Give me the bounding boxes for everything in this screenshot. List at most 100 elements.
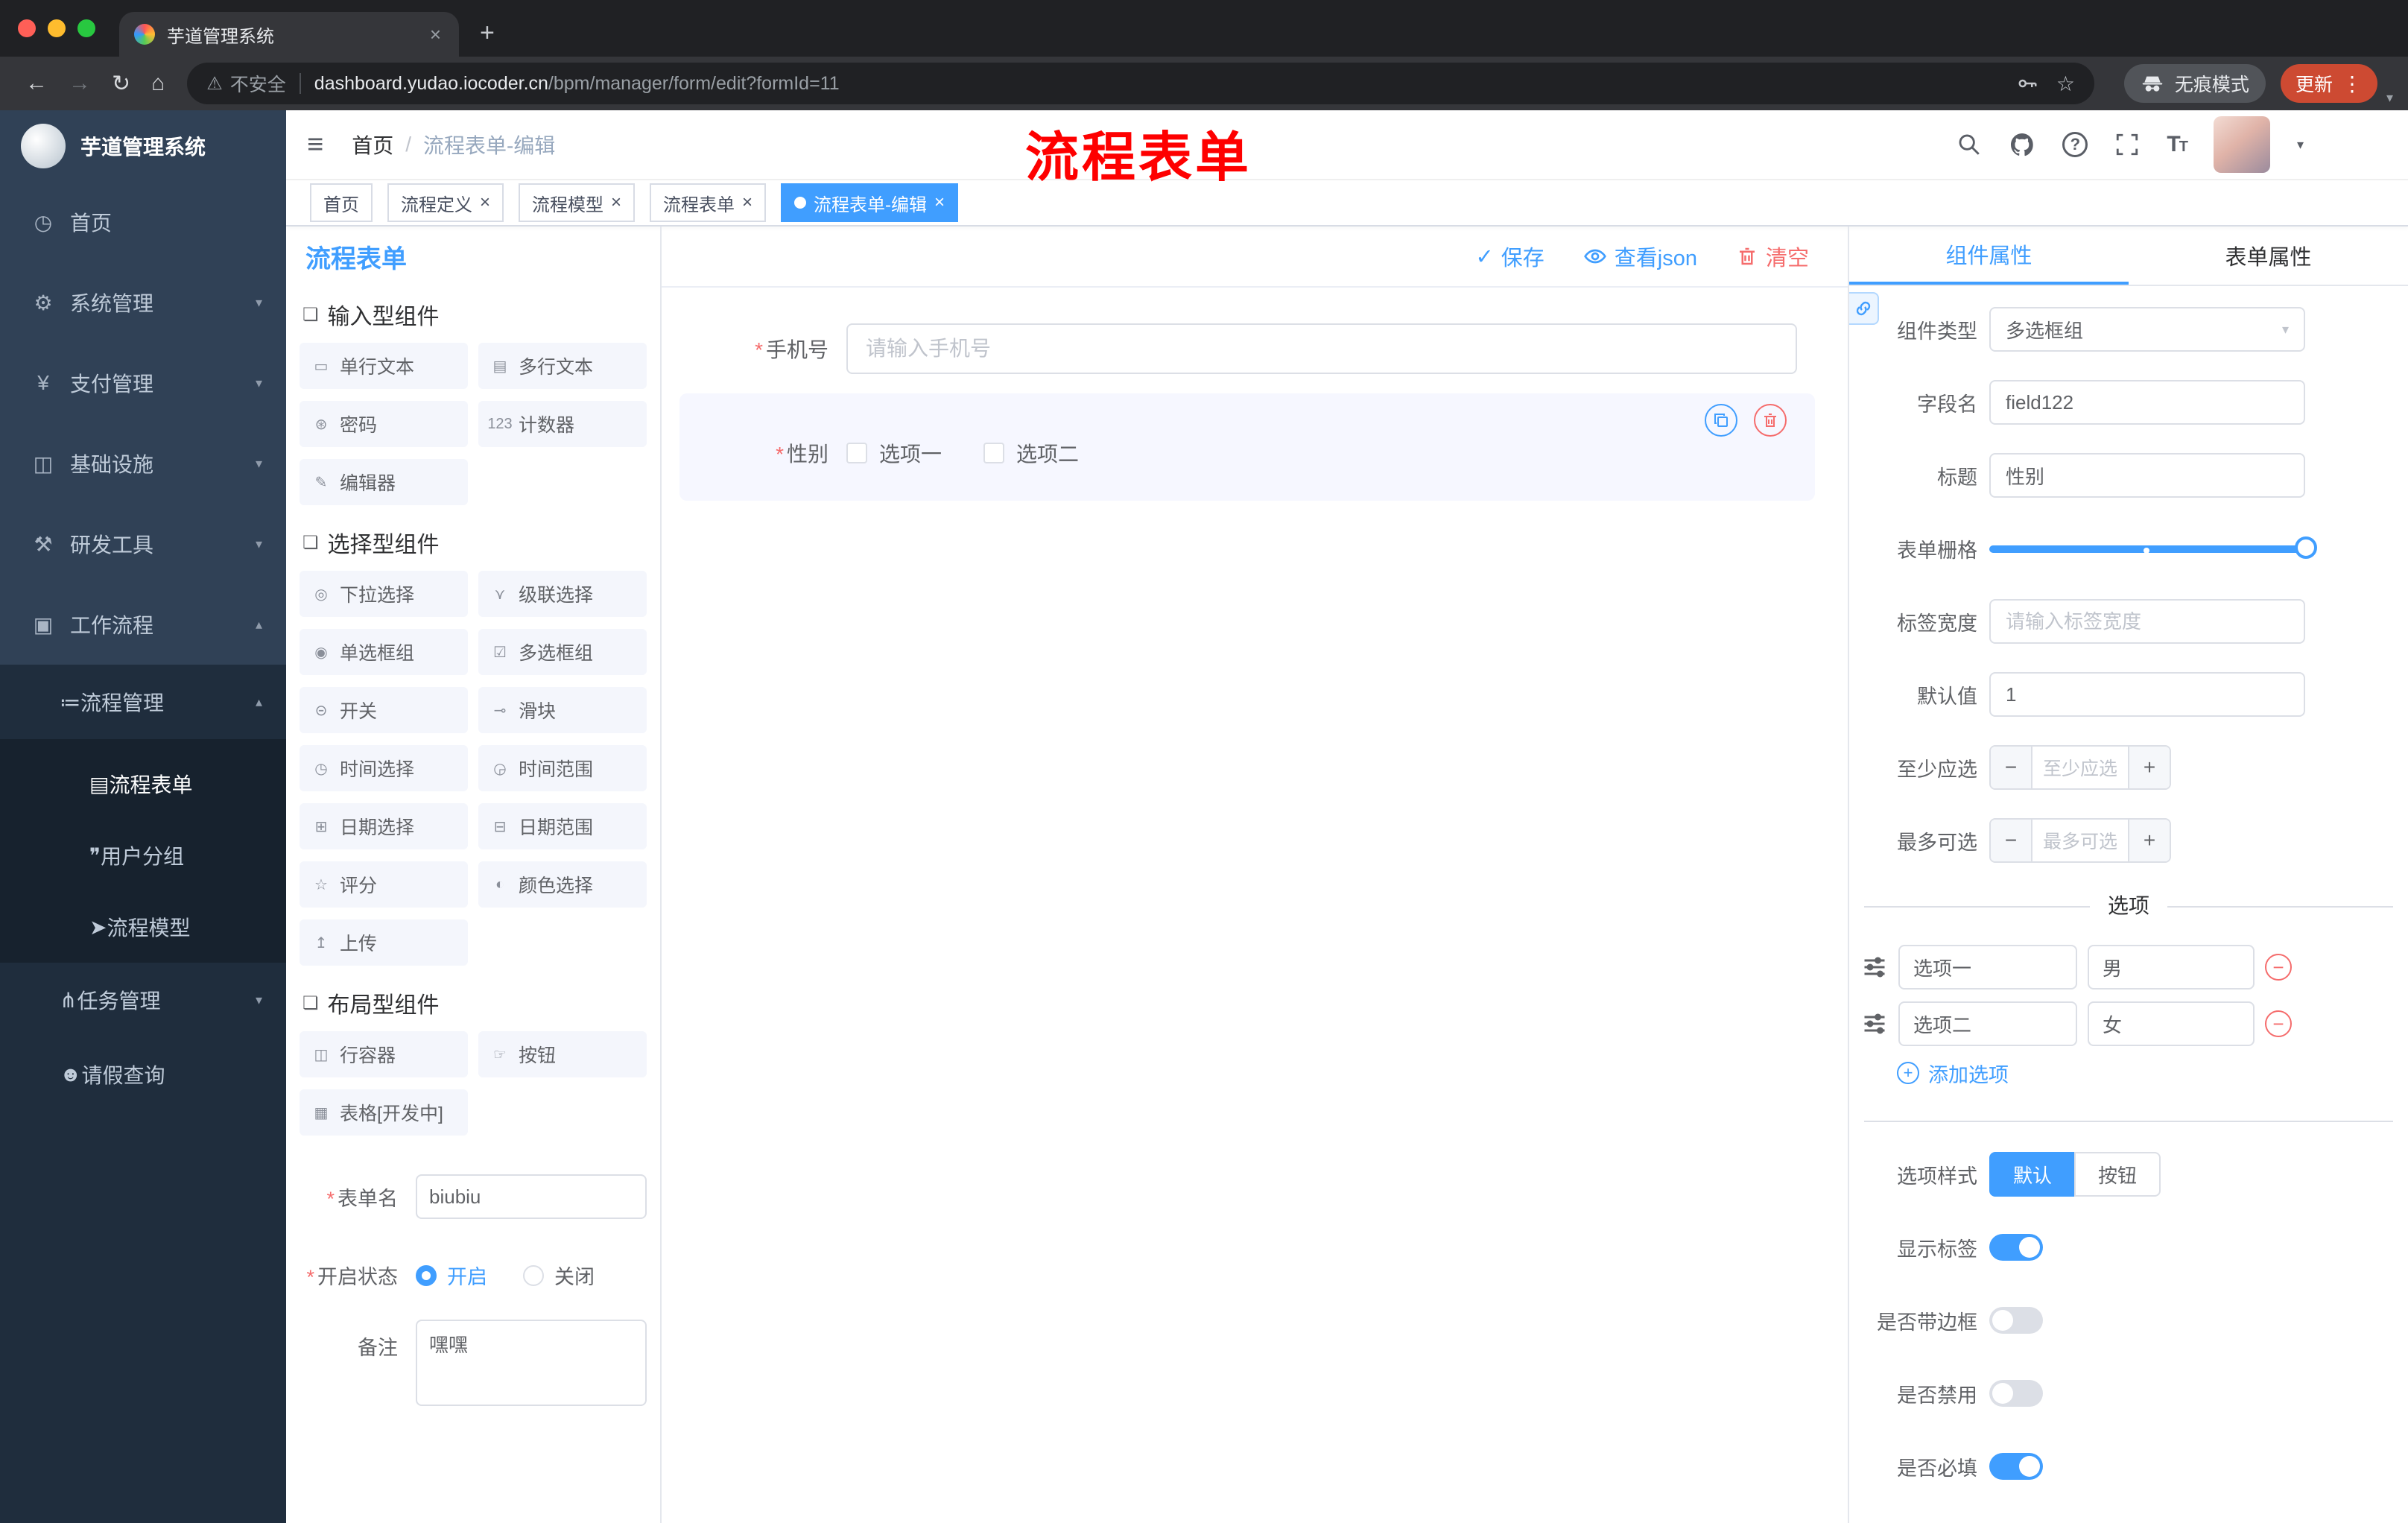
component-cascader[interactable]: ⋎ 级联选择 bbox=[478, 571, 647, 617]
search-icon[interactable] bbox=[1956, 132, 1982, 157]
component-select[interactable]: ◎ 下拉选择 bbox=[300, 571, 468, 617]
drag-handle-icon[interactable] bbox=[1861, 1010, 1888, 1037]
drag-handle-icon[interactable] bbox=[1861, 954, 1888, 981]
clear-button[interactable]: 清空 bbox=[1736, 241, 1809, 272]
min-select-value[interactable]: 至少应选 bbox=[2032, 747, 2128, 788]
view-json-button[interactable]: 查看json bbox=[1583, 241, 1697, 272]
forward-icon[interactable]: → bbox=[69, 71, 91, 96]
component-counter[interactable]: 123 计数器 bbox=[478, 401, 647, 447]
canvas-field-gender-selected[interactable]: * 性别 选项一 选项二 bbox=[679, 393, 1815, 501]
label-width-input[interactable] bbox=[1989, 599, 2305, 644]
window-close-button[interactable] bbox=[18, 19, 36, 37]
breadcrumb-home[interactable]: 首页 bbox=[352, 130, 393, 159]
close-icon[interactable]: × bbox=[480, 192, 490, 213]
border-toggle[interactable] bbox=[1989, 1307, 2043, 1334]
component-row-container[interactable]: ◫ 行容器 bbox=[300, 1031, 468, 1077]
sidebar-item-user-group[interactable]: ❞ 用户分组 bbox=[0, 820, 286, 891]
component-checkbox-group[interactable]: ☑ 多选框组 bbox=[478, 629, 647, 675]
component-time-picker[interactable]: ◷ 时间选择 bbox=[300, 745, 468, 791]
reload-icon[interactable]: ↻ bbox=[112, 71, 130, 97]
font-size-icon[interactable]: TT bbox=[2167, 132, 2188, 157]
required-toggle[interactable] bbox=[1989, 1453, 2043, 1480]
sidebar-item-devtools[interactable]: ⚒ 研发工具 ▾ bbox=[0, 504, 286, 584]
tag-process-model[interactable]: 流程模型 × bbox=[519, 183, 636, 222]
sidebar-item-leave-query[interactable]: ☻ 请假查询 bbox=[0, 1037, 286, 1112]
style-default-button[interactable]: 默认 bbox=[1989, 1152, 2075, 1197]
new-tab-button[interactable]: + bbox=[480, 19, 495, 48]
back-icon[interactable]: ← bbox=[25, 71, 48, 96]
tab-close-icon[interactable]: × bbox=[427, 23, 444, 46]
decrease-button[interactable]: − bbox=[1991, 747, 2032, 788]
browser-tab[interactable]: 芋道管理系统 × bbox=[119, 12, 459, 57]
remark-textarea[interactable]: 嘿嘿 bbox=[416, 1320, 647, 1406]
sidebar-item-infra[interactable]: ◫ 基础设施 ▾ bbox=[0, 423, 286, 504]
checkbox-icon[interactable] bbox=[846, 443, 867, 463]
slider-handle[interactable] bbox=[2295, 536, 2317, 559]
title-input[interactable] bbox=[1989, 453, 2305, 498]
sidebar-item-task-mgmt[interactable]: ⋔ 任务管理 ▾ bbox=[0, 963, 286, 1037]
option-value-input[interactable] bbox=[2088, 945, 2255, 990]
component-button[interactable]: ☞ 按钮 bbox=[478, 1031, 647, 1077]
component-time-range[interactable]: ◶ 时间范围 bbox=[478, 745, 647, 791]
option-value-input[interactable] bbox=[2088, 1001, 2255, 1046]
component-date-range[interactable]: ⊟ 日期范围 bbox=[478, 803, 647, 849]
phone-input[interactable] bbox=[846, 323, 1797, 374]
component-multi-text[interactable]: ▤ 多行文本 bbox=[478, 343, 647, 389]
checkbox-icon[interactable] bbox=[983, 443, 1005, 463]
remove-option-icon[interactable]: − bbox=[2265, 1010, 2292, 1037]
component-single-text[interactable]: ▭ 单行文本 bbox=[300, 343, 468, 389]
update-chip[interactable]: 更新 ⋮ bbox=[2280, 64, 2377, 103]
hamburger-icon[interactable]: ≡ bbox=[304, 129, 326, 161]
bookmark-star-icon[interactable]: ☆ bbox=[2056, 72, 2075, 96]
sidebar-item-process-model[interactable]: ➤ 流程模型 bbox=[0, 891, 286, 963]
component-rate[interactable]: ☆ 评分 bbox=[300, 861, 468, 908]
gender-option-2[interactable]: 选项二 bbox=[983, 438, 1079, 468]
sidebar-item-process-form[interactable]: ▤ 流程表单 bbox=[0, 748, 286, 820]
add-option-button[interactable]: + 添加选项 bbox=[1897, 1061, 2408, 1086]
browser-menu-icon[interactable]: ⋮ bbox=[2342, 72, 2363, 96]
tag-process-definition[interactable]: 流程定义 × bbox=[387, 183, 504, 222]
option-label-input[interactable] bbox=[1898, 1001, 2077, 1046]
tab-component-props[interactable]: 组件属性 bbox=[1849, 227, 2129, 285]
gender-option-1[interactable]: 选项一 bbox=[846, 438, 942, 468]
component-editor[interactable]: ✎ 编辑器 bbox=[300, 459, 468, 505]
sidebar-item-process-mgmt[interactable]: ≔ 流程管理 ▴ bbox=[0, 665, 286, 739]
field-name-input[interactable] bbox=[1989, 380, 2305, 425]
sidebar-item-workflow[interactable]: ▣ 工作流程 ▴ bbox=[0, 584, 286, 665]
component-color-picker[interactable]: ◐ 颜色选择 bbox=[478, 861, 647, 908]
close-icon[interactable]: × bbox=[742, 192, 752, 213]
remove-option-icon[interactable]: − bbox=[2265, 954, 2292, 981]
grid-slider[interactable] bbox=[1989, 526, 2317, 571]
delete-component-button[interactable] bbox=[1754, 404, 1787, 437]
show-label-toggle[interactable] bbox=[1989, 1234, 2043, 1261]
close-icon[interactable]: × bbox=[611, 192, 621, 213]
component-radio-group[interactable]: ◉ 单选框组 bbox=[300, 629, 468, 675]
component-type-select[interactable]: 多选框组 ▾ bbox=[1989, 307, 2305, 352]
default-value-input[interactable] bbox=[1989, 672, 2305, 717]
window-minimize-button[interactable] bbox=[48, 19, 66, 37]
address-bar[interactable]: ⚠ 不安全 dashboard.yudao.iocoder.cn /bpm/ma… bbox=[187, 63, 2094, 104]
canvas-field-phone[interactable]: * 手机号 bbox=[679, 323, 1815, 374]
form-name-input[interactable] bbox=[416, 1174, 647, 1219]
disabled-toggle[interactable] bbox=[1989, 1380, 2043, 1407]
save-button[interactable]: ✓ 保存 bbox=[1475, 241, 1544, 272]
max-select-value[interactable]: 最多可选 bbox=[2032, 820, 2128, 861]
decrease-button[interactable]: − bbox=[1991, 820, 2032, 861]
component-table[interactable]: ▦ 表格[开发中] bbox=[300, 1089, 468, 1136]
status-radio-off[interactable]: 关闭 bbox=[523, 1261, 595, 1290]
window-zoom-button[interactable] bbox=[77, 19, 95, 37]
github-icon[interactable] bbox=[2009, 131, 2035, 158]
component-switch[interactable]: ⊝ 开关 bbox=[300, 687, 468, 733]
avatar[interactable] bbox=[2213, 116, 2270, 173]
sidebar-item-system[interactable]: ⚙ 系统管理 ▾ bbox=[0, 262, 286, 343]
tag-home[interactable]: 首页 bbox=[310, 183, 373, 222]
close-icon[interactable]: × bbox=[934, 192, 945, 213]
home-icon[interactable]: ⌂ bbox=[151, 71, 165, 96]
fullscreen-icon[interactable] bbox=[2114, 132, 2140, 157]
component-upload[interactable]: ↥ 上传 bbox=[300, 919, 468, 966]
style-button-button[interactable]: 按钮 bbox=[2074, 1152, 2161, 1197]
component-date-picker[interactable]: ⊞ 日期选择 bbox=[300, 803, 468, 849]
option-label-input[interactable] bbox=[1898, 945, 2077, 990]
component-slider[interactable]: ⊸ 滑块 bbox=[478, 687, 647, 733]
status-radio-on[interactable]: 开启 bbox=[416, 1261, 487, 1290]
